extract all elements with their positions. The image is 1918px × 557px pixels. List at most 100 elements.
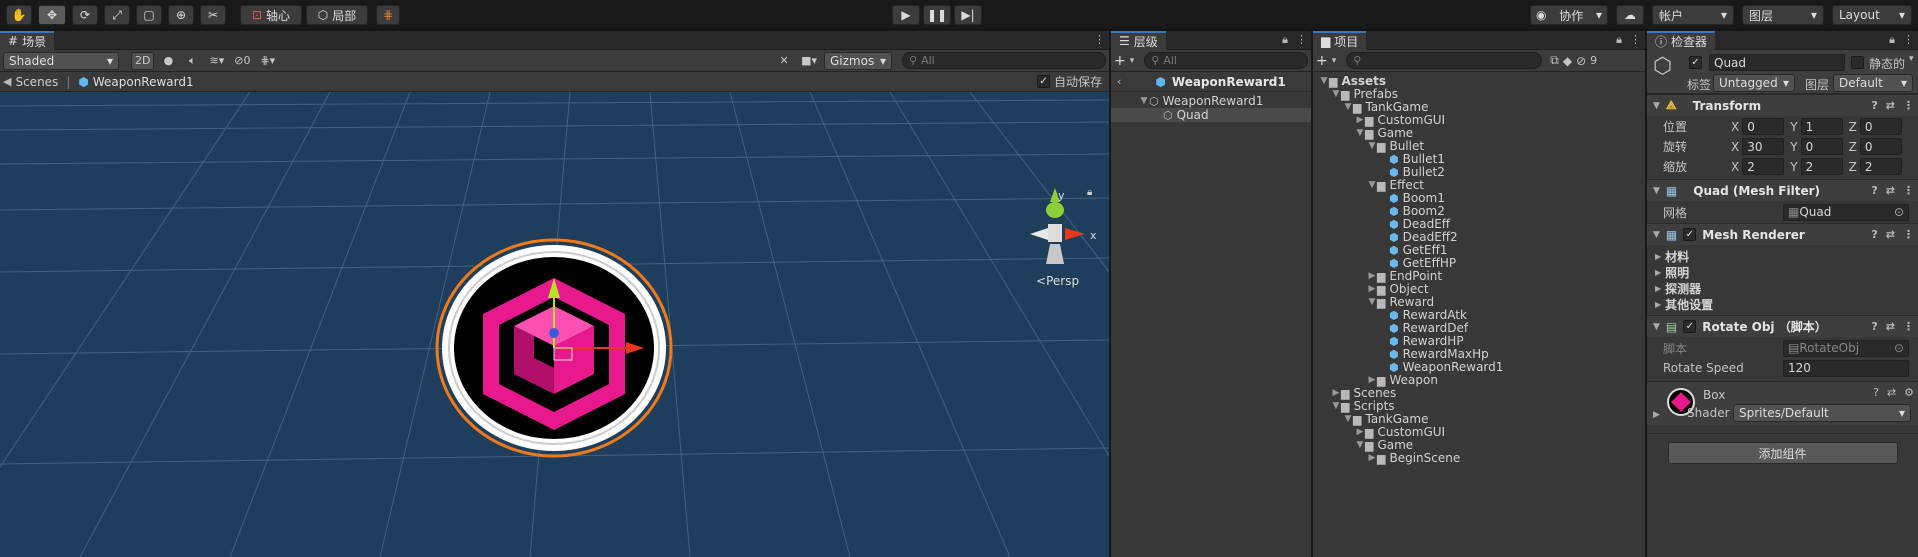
foldout-arrow-icon[interactable]: ▼	[1139, 95, 1149, 108]
scale-tool-button[interactable]: ⤢	[104, 5, 130, 25]
mesh-object-field[interactable]: ▦Quad ⊙	[1783, 203, 1909, 221]
breadcrumb-scenes[interactable]: Scenes	[15, 75, 58, 89]
mesh-filter-header[interactable]: ▼ ▦ Quad (Mesh Filter) ? ⇄ ⋮	[1647, 179, 1918, 201]
grid-snap-button[interactable]: ⋕	[376, 5, 400, 25]
back-arrow-icon[interactable]: ‹	[1117, 75, 1121, 88]
foldout-closed-icon[interactable]: ▶	[1367, 283, 1377, 296]
foldout-closed-icon[interactable]: ▶	[1367, 452, 1377, 465]
expand-arrow-icon[interactable]: ▶	[1653, 410, 1660, 420]
help-icon[interactable]: ?	[1871, 320, 1877, 333]
effects-dropdown[interactable]: ≋ ▾	[206, 52, 227, 70]
project-asset-item[interactable]: ⬢ DeadEff	[1313, 218, 1645, 232]
pivot-toggle-button[interactable]: ⊡ 轴心	[240, 5, 302, 25]
more-menu-icon[interactable]: ⋮	[1630, 33, 1641, 47]
hierarchy-item[interactable]: ⬡ Quad	[1111, 108, 1311, 122]
project-search-input[interactable]: ⚲	[1346, 52, 1543, 69]
hierarchy-search-input[interactable]: ⚲ All	[1144, 52, 1308, 69]
lock-icon[interactable]: 🔒︎	[1087, 187, 1092, 198]
foldout-closed-icon[interactable]: ▶	[1355, 114, 1365, 127]
scene-tools-button[interactable]: ✕	[774, 52, 794, 70]
layers-dropdown[interactable]: 图层 ▾	[1742, 5, 1824, 25]
breadcrumb-prefab[interactable]: WeaponReward1	[93, 75, 194, 89]
persp-label[interactable]: <Persp	[1036, 274, 1079, 288]
foldout-open-icon[interactable]: ▼	[1367, 296, 1377, 309]
preset-icon[interactable]: ⇄	[1886, 99, 1895, 112]
more-menu-icon[interactable]: ⋮	[1296, 33, 1307, 47]
preset-icon[interactable]: ⇄	[1886, 228, 1895, 241]
pause-button[interactable]: ❚❚	[923, 5, 951, 25]
transform-tool-button[interactable]: ⊕	[168, 5, 194, 25]
custom-tool-button[interactable]: ✂	[200, 5, 226, 25]
help-icon[interactable]: ?	[1871, 99, 1877, 112]
foldout-open-icon[interactable]: ▼	[1367, 179, 1377, 192]
more-menu-icon[interactable]: ⋮	[1903, 228, 1914, 241]
foldout-closed-icon[interactable]: ▶	[1355, 426, 1365, 439]
more-menu-icon[interactable]: ⋮	[1903, 320, 1914, 333]
mesh-renderer-section[interactable]: ▶ 照明	[1655, 264, 1918, 280]
project-folder-item[interactable]: ▼ ▆ Scripts	[1313, 400, 1645, 414]
mesh-renderer-section[interactable]: ▶ 材料	[1655, 248, 1918, 264]
eye-slash-icon[interactable]: ⊘	[1576, 54, 1586, 68]
foldout-open-icon[interactable]: ▼	[1319, 75, 1329, 88]
hand-tool-button[interactable]: ✋	[6, 5, 32, 25]
project-folder-item[interactable]: ▶ ▆ BeginScene	[1313, 452, 1645, 466]
shading-dropdown[interactable]: Shaded ▾	[3, 51, 119, 70]
foldout-open-icon[interactable]: ▼	[1367, 140, 1377, 153]
scene-viewport[interactable]: y x 🔒︎ <Persp	[0, 92, 1109, 557]
play-button[interactable]: ▶	[892, 5, 920, 25]
camera-dropdown[interactable]: ■ ▾	[798, 52, 820, 70]
active-checkbox[interactable]: ✓	[1689, 56, 1702, 69]
chevron-down-icon[interactable]: ▾	[1909, 54, 1914, 64]
foldout-closed-icon[interactable]: ▶	[1331, 387, 1341, 400]
grid-dropdown[interactable]: ⋕ ▾	[257, 52, 278, 70]
local-toggle-button[interactable]: ⬡ 局部	[306, 5, 368, 25]
lock-icon[interactable]: 🔒︎	[1282, 33, 1288, 47]
add-icon[interactable]: +	[1316, 53, 1328, 69]
chevron-down-icon[interactable]: ▾	[1130, 56, 1135, 66]
object-name-field[interactable]: Quad	[1709, 54, 1845, 71]
static-checkbox[interactable]	[1851, 56, 1864, 69]
project-folder-item[interactable]: ▼ ▆ TankGame	[1313, 101, 1645, 115]
rect-tool-button[interactable]: ▢	[136, 5, 162, 25]
lighting-toggle[interactable]: ●	[158, 52, 178, 70]
add-component-button[interactable]: 添加组件	[1667, 442, 1898, 464]
mesh-renderer-section[interactable]: ▶ 探测器	[1655, 280, 1918, 296]
gizmos-dropdown[interactable]: Gizmos ▾	[824, 51, 892, 70]
scale-x-field[interactable]: 2	[1742, 158, 1785, 175]
project-folder-item[interactable]: ▼ ▆ Prefabs	[1313, 88, 1645, 102]
prefab-header-row[interactable]: ‹ ⬢ WeaponReward1	[1111, 72, 1311, 92]
foldout-open-icon[interactable]: ▼	[1343, 101, 1353, 114]
project-asset-item[interactable]: ⬢ RewardAtk	[1313, 309, 1645, 323]
foldout-open-icon[interactable]: ▼	[1355, 127, 1365, 140]
scene-search-input[interactable]: ⚲ All	[902, 52, 1106, 69]
mesh-renderer-enabled-checkbox[interactable]: ✓	[1683, 228, 1697, 241]
gear-icon[interactable]: ⚙	[1904, 386, 1914, 399]
project-asset-item[interactable]: ⬢ GetEffHP	[1313, 257, 1645, 271]
project-asset-item[interactable]: ⬢ Boom2	[1313, 205, 1645, 219]
lock-icon[interactable]: 🔒︎	[1889, 33, 1895, 47]
transform-header[interactable]: ▼ ⟁ Transform ? ⇄ ⋮	[1647, 94, 1918, 116]
project-asset-item[interactable]: ⬢ DeadEff2	[1313, 231, 1645, 245]
project-asset-item[interactable]: ⬢ WeaponReward1	[1313, 361, 1645, 375]
filter-label-icon[interactable]: ◆	[1563, 54, 1572, 68]
hierarchy-item[interactable]: ▼ ⬡ WeaponReward1	[1111, 94, 1311, 108]
preset-icon[interactable]: ⇄	[1886, 320, 1895, 333]
rotate-obj-header[interactable]: ▼ ▤ ✓ Rotate Obj （脚本） ? ⇄ ⋮	[1647, 315, 1918, 337]
foldout-open-icon[interactable]: ▼	[1343, 413, 1353, 426]
more-menu-icon[interactable]: ⋮	[1903, 184, 1914, 197]
position-y-field[interactable]: 1	[1800, 118, 1843, 135]
back-arrow-icon[interactable]: ◀	[3, 75, 11, 88]
project-asset-item[interactable]: ⬢ GetEff1	[1313, 244, 1645, 258]
tab-project[interactable]: ▆ 项目	[1313, 31, 1367, 50]
foldout-open-icon[interactable]: ▼	[1331, 88, 1341, 101]
help-icon[interactable]: ?	[1871, 228, 1877, 241]
tag-dropdown[interactable]: Untagged ▾	[1713, 74, 1795, 92]
preset-icon[interactable]: ⇄	[1887, 386, 1896, 399]
project-folder-item[interactable]: ▼ ▆ Game	[1313, 439, 1645, 453]
foldout-open-icon[interactable]: ▼	[1331, 400, 1341, 413]
scale-y-field[interactable]: 2	[1800, 158, 1843, 175]
project-asset-item[interactable]: ⬢ Boom1	[1313, 192, 1645, 206]
shader-dropdown[interactable]: Sprites/Default ▾	[1733, 404, 1911, 422]
project-asset-item[interactable]: ⬢ Bullet1	[1313, 153, 1645, 167]
more-menu-icon[interactable]: ⋮	[1094, 33, 1105, 46]
